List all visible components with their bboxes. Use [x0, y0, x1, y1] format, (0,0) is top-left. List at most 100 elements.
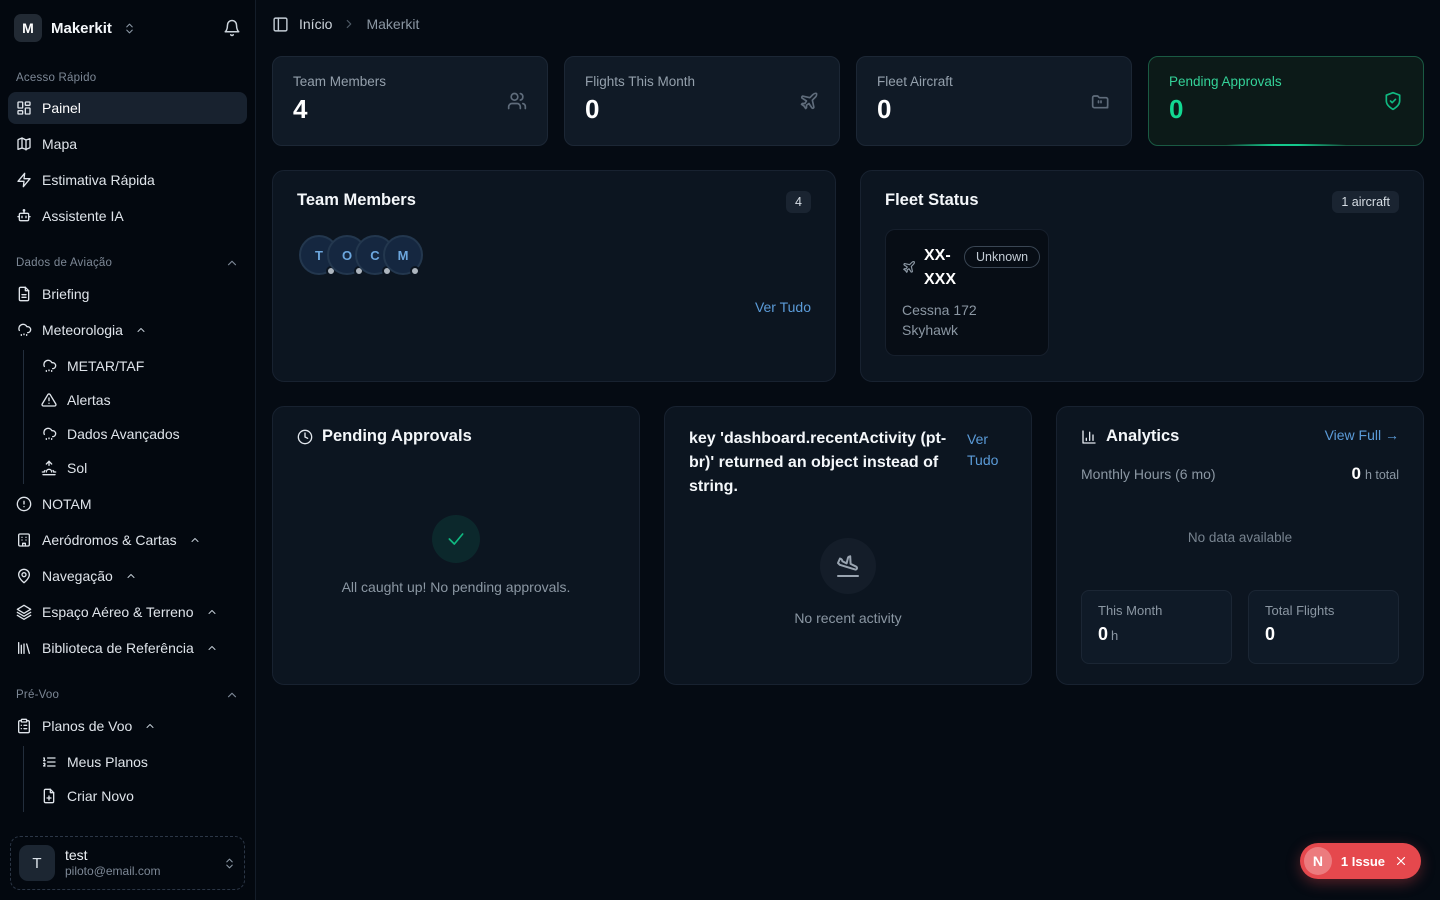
status-dot — [410, 266, 420, 276]
workspace-selector[interactable]: M Makerkit — [0, 0, 255, 52]
user-menu[interactable]: T test piloto@email.com — [10, 836, 245, 890]
chevron-up-icon — [225, 256, 239, 270]
sidebar-item-meus-planos[interactable]: Meus Planos — [33, 746, 247, 778]
user-avatar: T — [19, 845, 55, 881]
cloud-drizzle-icon — [41, 426, 57, 442]
sidebar-item-label: Painel — [42, 100, 81, 116]
breadcrumb-home[interactable]: Início — [299, 16, 332, 32]
brand-logo: M — [14, 14, 42, 42]
stat-card-flights-this-month[interactable]: Flights This Month 0 — [564, 56, 840, 146]
stat-card-fleet-aircraft[interactable]: Fleet Aircraft 0 — [856, 56, 1132, 146]
card-title: Fleet Status — [885, 191, 979, 210]
sidebar-item-painel[interactable]: Painel — [8, 92, 247, 124]
member-avatar[interactable]: M — [383, 235, 423, 275]
sidebar-item-estimativa-rapida[interactable]: Estimativa Rápida — [8, 164, 247, 196]
chevron-up-icon — [144, 720, 156, 732]
chevron-up-icon — [135, 324, 147, 336]
notifications-bell-icon[interactable] — [223, 19, 241, 37]
sidebar: M Makerkit Acesso Rápido Painel Mapa Est… — [0, 0, 256, 900]
check-icon — [446, 529, 466, 549]
view-full-link[interactable]: View Full → — [1325, 427, 1399, 443]
sidebar-item-label: Mapa — [42, 136, 77, 152]
planos-subgroup: Meus Planos Criar Novo — [23, 746, 247, 812]
sidebar-toggle-icon[interactable] — [272, 16, 289, 33]
sidebar-item-planos-de-voo[interactable]: Planos de Voo — [8, 710, 247, 742]
sidebar-item-assistente-ia[interactable]: Assistente IA — [8, 200, 247, 232]
view-all-link[interactable]: Ver Tudo — [967, 429, 1007, 471]
alert-circle-icon — [16, 496, 32, 512]
chevron-up-icon — [206, 606, 218, 618]
aircraft-count-badge: 1 aircraft — [1332, 191, 1399, 213]
sidebar-item-dados-avancados[interactable]: Dados Avançados — [33, 418, 247, 450]
stat-value: 0 — [585, 94, 819, 125]
dashboard-icon — [16, 100, 32, 116]
analytics-card: Analytics View Full → Monthly Hours (6 m… — [1056, 406, 1424, 685]
sidebar-item-mapa[interactable]: Mapa — [8, 128, 247, 160]
zap-icon — [16, 172, 32, 188]
card-title: Analytics — [1106, 427, 1179, 446]
sidebar-item-meteorologia[interactable]: Meteorologia — [8, 314, 247, 346]
stat-card-team-members[interactable]: Team Members 4 — [272, 56, 548, 146]
sunrise-icon — [41, 460, 57, 476]
file-text-icon — [16, 286, 32, 302]
close-icon[interactable] — [1394, 854, 1408, 868]
section-dados-de-aviacao[interactable]: Dados de Aviação — [8, 236, 247, 278]
team-members-card: Team Members 4 T O C M Ver Tudo — [272, 170, 836, 382]
breadcrumb: Início Makerkit — [272, 0, 1424, 48]
sidebar-item-biblioteca-referencia[interactable]: Biblioteca de Referência — [8, 632, 247, 664]
empty-message: All caught up! No pending approvals. — [342, 579, 571, 595]
nextjs-logo-icon: N — [1304, 847, 1332, 875]
mini-stat-value: 0h — [1098, 624, 1215, 645]
sidebar-item-criar-novo[interactable]: Criar Novo — [33, 780, 247, 812]
mini-stat-total-flights: Total Flights 0 — [1248, 590, 1399, 664]
dev-issues-badge[interactable]: N 1 Issue — [1300, 843, 1421, 879]
brand-name: Makerkit — [51, 20, 112, 37]
breadcrumb-current: Makerkit — [366, 16, 419, 32]
list-ordered-icon — [41, 754, 57, 770]
sidebar-item-aerodromos-cartas[interactable]: Aeródromos & Cartas — [8, 524, 247, 556]
user-meta: test piloto@email.com — [65, 847, 213, 880]
meteorologia-subgroup: METAR/TAF Alertas Dados Avançados Sol — [23, 350, 247, 484]
sidebar-item-briefing[interactable]: Briefing — [8, 278, 247, 310]
user-name: test — [65, 847, 213, 865]
sidebar-item-label: NOTAM — [42, 496, 92, 512]
recent-activity-card: key 'dashboard.recentActivity (pt-br)' r… — [664, 406, 1032, 685]
sidebar-item-navegacao[interactable]: Navegação — [8, 560, 247, 592]
sidebar-item-label: Sol — [67, 460, 87, 476]
mini-stat-value: 0 — [1265, 624, 1382, 645]
sidebar-item-label: Espaço Aéreo & Terreno — [42, 604, 194, 620]
map-pin-icon — [16, 568, 32, 584]
section-acesso-rapido: Acesso Rápido — [8, 52, 247, 92]
sidebar-item-espaco-aereo-terreno[interactable]: Espaço Aéreo & Terreno — [8, 596, 247, 628]
main-content: Início Makerkit Team Members 4 Flights T… — [256, 0, 1440, 900]
sidebar-item-label: Briefing — [42, 286, 89, 302]
sidebar-item-sol[interactable]: Sol — [33, 452, 247, 484]
analytics-mini-stats: This Month 0h Total Flights 0 — [1081, 590, 1399, 664]
hangar-icon — [1091, 91, 1111, 111]
stat-value: 0 — [877, 94, 1111, 125]
clock-icon — [297, 429, 313, 445]
stat-card-pending-approvals[interactable]: Pending Approvals 0 — [1148, 56, 1424, 146]
total-value: 0 — [1351, 464, 1360, 483]
view-all-link[interactable]: Ver Tudo — [755, 299, 811, 315]
sidebar-item-notam[interactable]: NOTAM — [8, 488, 247, 520]
issue-count-label: 1 Issue — [1341, 854, 1385, 869]
sidebar-item-metar-taf[interactable]: METAR/TAF — [33, 350, 247, 382]
section-pre-voo[interactable]: Pré-Voo — [8, 668, 247, 710]
stat-label: Pending Approvals — [1169, 74, 1403, 89]
avatar-initial: T — [315, 248, 323, 263]
row-3: Pending Approvals All caught up! No pend… — [272, 406, 1424, 685]
aircraft-card[interactable]: XX-XXX Unknown Cessna 172 Skyhawk — [885, 229, 1049, 356]
sidebar-item-label: Estimativa Rápida — [42, 172, 155, 188]
file-plus-icon — [41, 788, 57, 804]
stat-value: 0 — [1169, 94, 1403, 125]
section-label: Dados de Aviação — [16, 257, 112, 269]
sidebar-item-label: METAR/TAF — [67, 358, 144, 374]
aircraft-model: Cessna 172 Skyhawk — [902, 300, 1012, 341]
check-circle — [432, 515, 480, 563]
aircraft-status-badge: Unknown — [964, 246, 1040, 268]
mini-stat-label: This Month — [1098, 603, 1215, 618]
sidebar-item-alertas[interactable]: Alertas — [33, 384, 247, 416]
mini-value-number: 0 — [1098, 624, 1108, 644]
count-badge: 4 — [786, 191, 811, 213]
